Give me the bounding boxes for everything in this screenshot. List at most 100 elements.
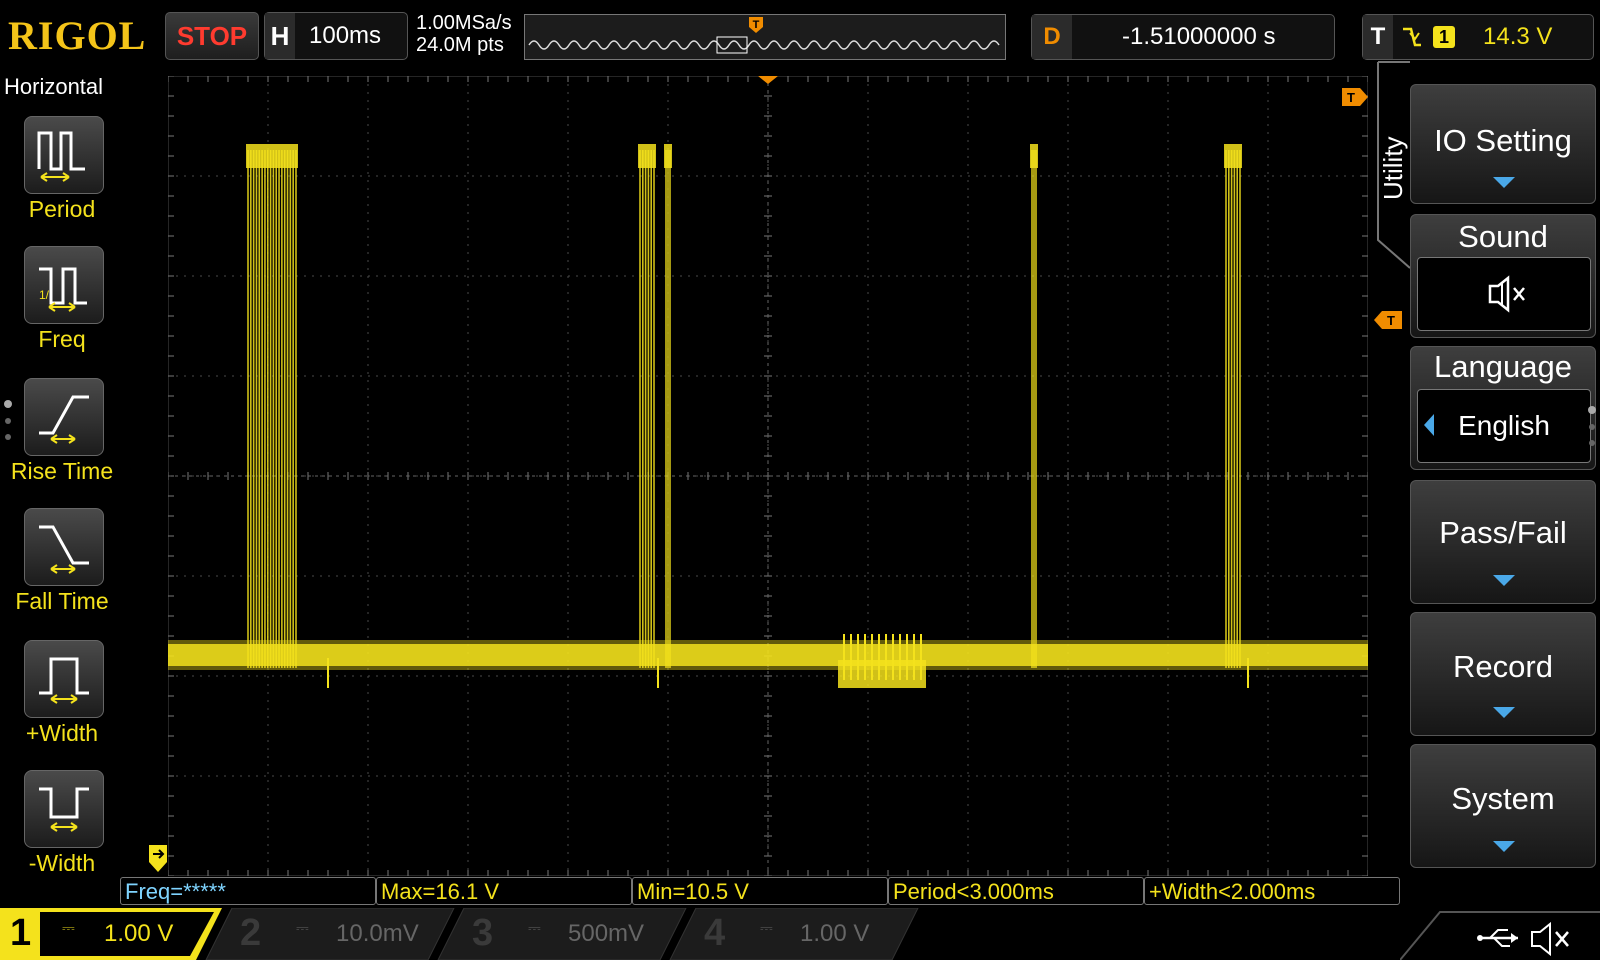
language-button[interactable]: Language English [1410, 346, 1596, 470]
rise-time-icon [39, 395, 89, 444]
channel-4-scale: 1.00 V [800, 920, 870, 947]
menu-page-dot [1589, 440, 1595, 446]
pulse-burst [1030, 144, 1038, 168]
measurement-frequency[interactable]: Freq=***** [120, 877, 376, 905]
ch1-baseline [168, 644, 1368, 666]
run-stop-indicator[interactable]: STOP [165, 12, 259, 60]
usb-icon [1477, 929, 1518, 947]
sound-label: Sound [1458, 219, 1548, 254]
measure-period-button[interactable] [24, 116, 104, 194]
page-dot [5, 418, 11, 424]
language-label: Language [1434, 349, 1572, 384]
svg-text:1/: 1/ [39, 288, 50, 302]
system-label: System [1451, 781, 1555, 816]
channel-2-number: 2 [240, 912, 262, 954]
svg-text:T: T [1347, 90, 1355, 105]
menu-title: Horizontal [4, 74, 104, 99]
measure-negative-width-label: -Width [28, 850, 96, 876]
page-dot [5, 434, 11, 440]
timebase-value: 100ms [309, 22, 382, 49]
io-setting-button[interactable]: IO Setting [1410, 84, 1596, 204]
ch1-offset-marker[interactable] [148, 844, 168, 874]
svg-text:T: T [1387, 313, 1395, 328]
top-status-bar: RIGOL STOP H 100ms 1.00MSa/s 24.0M pts T… [0, 0, 1600, 70]
trigger-source-badge: 1 [1433, 26, 1455, 48]
channel-3-status[interactable]: 3 ⎓ 500mV [464, 908, 686, 960]
record-button[interactable]: Record [1410, 612, 1596, 736]
pulse-burst [638, 144, 656, 168]
system-button[interactable]: System [1410, 744, 1596, 868]
measurement-period[interactable]: Period<3.000ms [888, 877, 1144, 905]
memory-depth: 24.0M pts [416, 34, 504, 56]
pulse-burst [1224, 144, 1242, 168]
channel-4-status[interactable]: 4 ⎓ 1.00 V [696, 908, 918, 960]
svg-text:T: T [753, 19, 760, 31]
acquisition-info: 1.00MSa/s 24.0M pts [416, 12, 512, 56]
dc-coupling-icon: ⎓ [760, 920, 773, 937]
measure-rise-time-button[interactable] [24, 378, 104, 456]
delay-value: -1.51000000 s [1122, 23, 1276, 50]
pass-fail-button[interactable]: Pass/Fail [1410, 480, 1596, 604]
sound-muted-icon [1531, 921, 1569, 957]
dc-coupling-icon: ⎓ [528, 920, 541, 937]
measure-frequency-button[interactable]: 1/ [24, 246, 104, 324]
brand-logo: RIGOL [8, 13, 147, 58]
falling-edge-icon [1403, 27, 1421, 47]
chevron-down-icon [1493, 575, 1515, 586]
channel-2-scale: 10.0mV [336, 920, 419, 947]
measurement-max[interactable]: Max=16.1 V [376, 877, 632, 905]
record-label: Record [1453, 649, 1553, 684]
measurement-positive-width[interactable]: +Width<2.000ms [1144, 877, 1400, 905]
channel-1-number: 1 [10, 912, 32, 954]
trigger-level-marker[interactable]: T [1372, 309, 1404, 331]
measure-negative-width-button[interactable] [24, 770, 104, 848]
trigger-offscreen-marker: T [1342, 88, 1368, 106]
sound-button[interactable]: Sound [1410, 214, 1596, 338]
delay-label: D [1032, 15, 1072, 59]
measure-fall-time-button[interactable] [24, 508, 104, 586]
measure-fall-time-label: Fall Time [15, 588, 109, 614]
chevron-down-icon [1493, 177, 1515, 188]
graticule [167, 75, 1369, 877]
channel-4-number: 4 [704, 912, 726, 954]
horizontal-label: H [265, 13, 295, 59]
fall-time-icon [39, 525, 89, 574]
measure-rise-time-label: Rise Time [10, 458, 114, 484]
pass-fail-label: Pass/Fail [1439, 515, 1567, 550]
horizontal-measure-menu: Horizontal Period 1/ Freq Rise Time Fall… [0, 74, 120, 894]
channel-1-status[interactable]: 1 ⎓ 1.00 V [0, 908, 222, 960]
measure-period-label: Period [28, 196, 96, 222]
channel-2-status[interactable]: 2 ⎓ 10.0mV [232, 908, 454, 960]
menu-page-dot-active [1588, 406, 1596, 414]
channel-3-number: 3 [472, 912, 494, 954]
language-value-box: English [1417, 389, 1591, 463]
language-value: English [1458, 410, 1550, 441]
utility-tab-frame [1377, 61, 1411, 269]
memory-waveform-preview: T [525, 17, 1005, 54]
delay-box[interactable]: D -1.51000000 s [1031, 14, 1335, 60]
timebase-box[interactable]: H 100ms [264, 12, 408, 60]
channel-status-bar: 1 ⎓ 1.00 V 2 ⎓ 10.0mV 3 ⎓ 500mV 4 ⎓ 1.00… [0, 908, 1600, 960]
chevron-down-icon [1493, 707, 1515, 718]
sample-rate: 1.00MSa/s [416, 12, 512, 34]
memory-overview-strip[interactable]: T [524, 14, 1006, 60]
trigger-level: 14.3 V [1483, 23, 1553, 50]
sound-value-box [1417, 257, 1591, 331]
waveform-display[interactable] [167, 75, 1369, 877]
trigger-label: T [1363, 15, 1393, 59]
measurement-min[interactable]: Min=10.5 V [632, 877, 888, 905]
io-setting-label: IO Setting [1434, 123, 1572, 158]
sound-muted-icon [1488, 275, 1525, 313]
dc-coupling-icon: ⎓ [296, 920, 309, 937]
channel-3-scale: 500mV [568, 920, 645, 947]
chevron-down-icon [1493, 841, 1515, 852]
channel-1-scale: 1.00 V [104, 920, 174, 947]
measure-positive-width-label: +Width [25, 720, 99, 746]
positive-width-icon [39, 657, 89, 704]
period-icon [37, 131, 85, 182]
trigger-box[interactable]: T 1 14.3 V [1362, 14, 1594, 60]
menu-page-dot [1589, 424, 1595, 430]
frequency-icon: 1/ [39, 267, 87, 312]
measure-frequency-label: Freq [38, 326, 86, 352]
measure-positive-width-button[interactable] [24, 640, 104, 718]
